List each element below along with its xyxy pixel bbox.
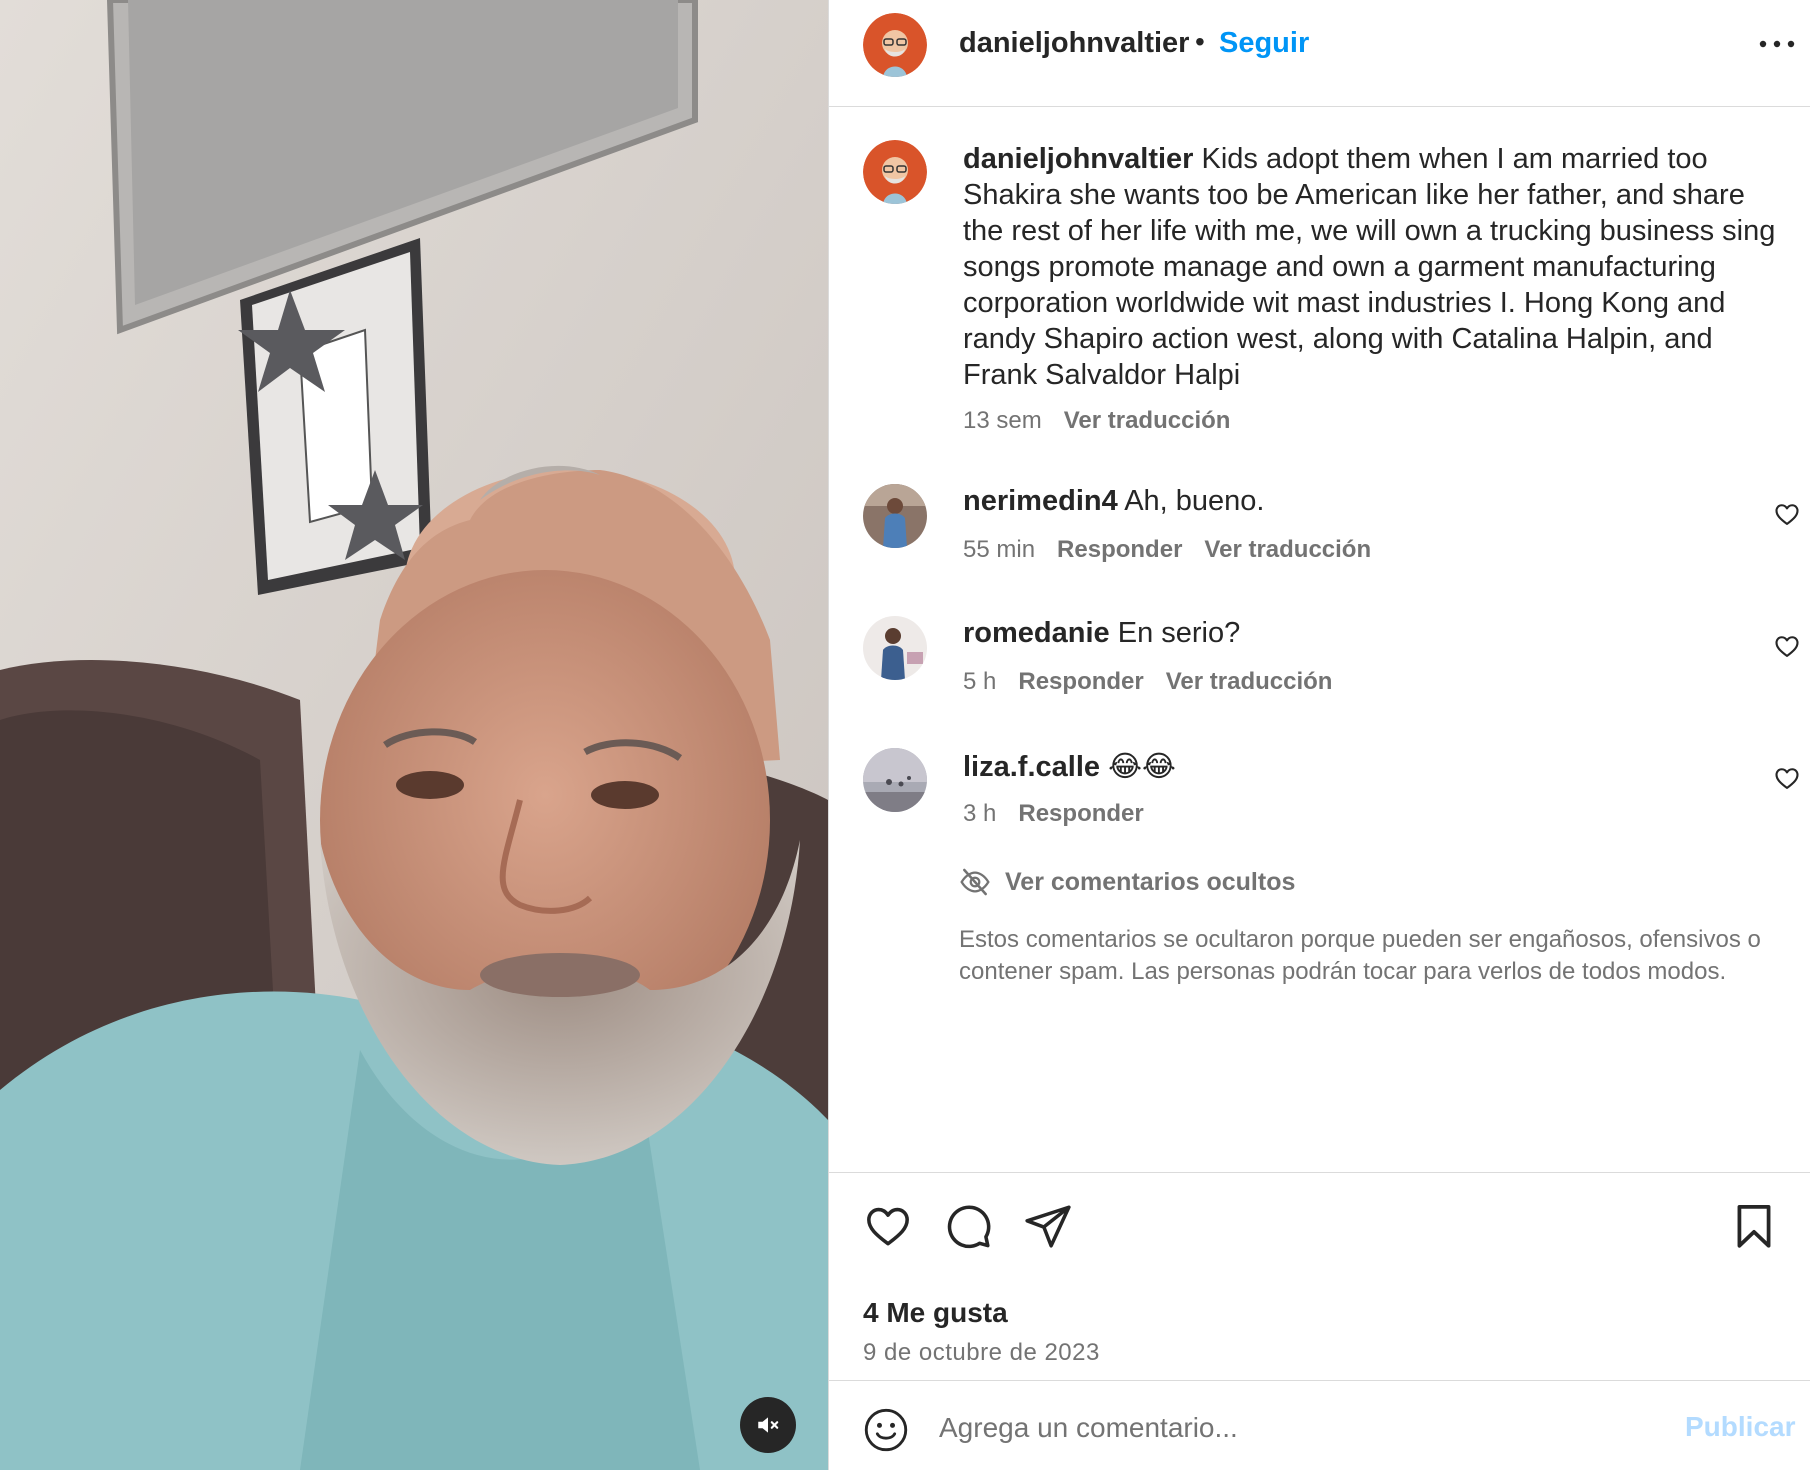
caption-text: Kids adopt them when I am married too Sh… [963, 143, 1776, 391]
hidden-comments-note: Estos comentarios se ocultaron porque pu… [959, 926, 1761, 985]
author-username[interactable]: danieljohnvaltier [959, 27, 1189, 60]
comment-timestamp[interactable]: 3 h [963, 800, 996, 827]
comment-line: romedanie En serio? [963, 617, 1240, 650]
commenter-photo [863, 616, 927, 680]
commenter-avatar[interactable] [863, 748, 927, 812]
post-date[interactable]: 9 de octubre de 2023 [863, 1339, 1100, 1367]
comment-meta: 3 h Responder [963, 800, 1144, 828]
comment-composer: Publicar [829, 1380, 1810, 1470]
bookmark-icon[interactable] [1729, 1201, 1779, 1251]
comment-username[interactable]: nerimedin4 [963, 485, 1118, 517]
comment-username[interactable]: romedanie [963, 617, 1110, 649]
separator-dot: • [1195, 26, 1205, 57]
emoji-picker-icon[interactable] [863, 1407, 909, 1453]
comment-meta: 5 h Responder Ver traducción [963, 668, 1332, 696]
memoji-avatar-image [863, 140, 927, 204]
mute-toggle-button[interactable] [740, 1397, 796, 1453]
commenter-photo [863, 484, 927, 548]
caption-timestamp[interactable]: 13 sem [963, 407, 1042, 434]
view-hidden-comments-label: Ver comentarios ocultos [1005, 867, 1296, 896]
heart-icon[interactable] [863, 1201, 913, 1251]
memoji-avatar-image [863, 13, 927, 77]
comment-see-translation[interactable]: Ver traducción [1166, 668, 1333, 695]
commenter-avatar[interactable] [863, 484, 927, 548]
comment-item: liza.f.calle 😂😂 3 h Responder [829, 748, 1810, 858]
comment-timestamp[interactable]: 5 h [963, 668, 996, 695]
post-header: danieljohnvaltier • Seguir [829, 0, 1810, 107]
comment-line: nerimedin4 Ah, bueno. [963, 485, 1264, 518]
comment-item: romedanie En serio? 5 h Responder Ver trad… [829, 616, 1810, 726]
publish-button[interactable]: Publicar [1685, 1411, 1795, 1443]
comment-input[interactable] [939, 1403, 1559, 1453]
caption-author-avatar[interactable] [863, 140, 927, 204]
comment-like-heart-icon[interactable] [1773, 632, 1801, 660]
commenter-avatar[interactable] [863, 616, 927, 680]
comment-meta: 55 min Responder Ver traducción [963, 536, 1371, 564]
caption-meta: 13 sem Ver traducción [963, 407, 1230, 435]
comment-reply-button[interactable]: Responder [1018, 800, 1143, 827]
post-media-video[interactable] [0, 0, 828, 1470]
view-hidden-comments-button[interactable]: Ver comentarios ocultos [959, 864, 1295, 900]
comment-text: 😂😂 [1108, 751, 1176, 783]
commenter-photo [863, 748, 927, 812]
post-details-panel: danieljohnvaltier • Seguir danieljohnval… [828, 0, 1810, 1470]
video-frame-selfie [0, 0, 828, 1470]
follow-button[interactable]: Seguir [1219, 27, 1309, 60]
comment-line: liza.f.calle 😂😂 [963, 749, 1176, 784]
comment-reply-button[interactable]: Responder [1018, 668, 1143, 695]
likes-count[interactable]: 4 Me gusta [863, 1297, 1008, 1329]
caption-body: danieljohnvaltier Kids adopt them when I… [963, 141, 1793, 393]
speaker-muted-icon [758, 1417, 779, 1433]
eye-off-icon [960, 868, 990, 896]
comment-timestamp[interactable]: 55 min [963, 536, 1035, 563]
author-avatar[interactable] [863, 13, 927, 77]
comment-like-heart-icon[interactable] [1773, 500, 1801, 528]
comment-like-heart-icon[interactable] [1773, 764, 1801, 792]
comment-text: Ah, bueno. [1124, 485, 1265, 517]
comment-see-translation[interactable]: Ver traducción [1204, 536, 1371, 563]
caption-username[interactable]: danieljohnvaltier [963, 143, 1193, 175]
caption-see-translation[interactable]: Ver traducción [1064, 407, 1231, 434]
share-icon[interactable] [1023, 1201, 1073, 1251]
comment-username[interactable]: liza.f.calle [963, 751, 1100, 783]
comment-text: En serio? [1117, 617, 1241, 649]
more-horizontal-icon[interactable] [1755, 30, 1799, 58]
comment-reply-button[interactable]: Responder [1057, 536, 1182, 563]
comment-icon[interactable] [943, 1201, 993, 1251]
comment-item: nerimedin4 Ah, bueno. 55 min Responder Ver… [829, 484, 1810, 594]
